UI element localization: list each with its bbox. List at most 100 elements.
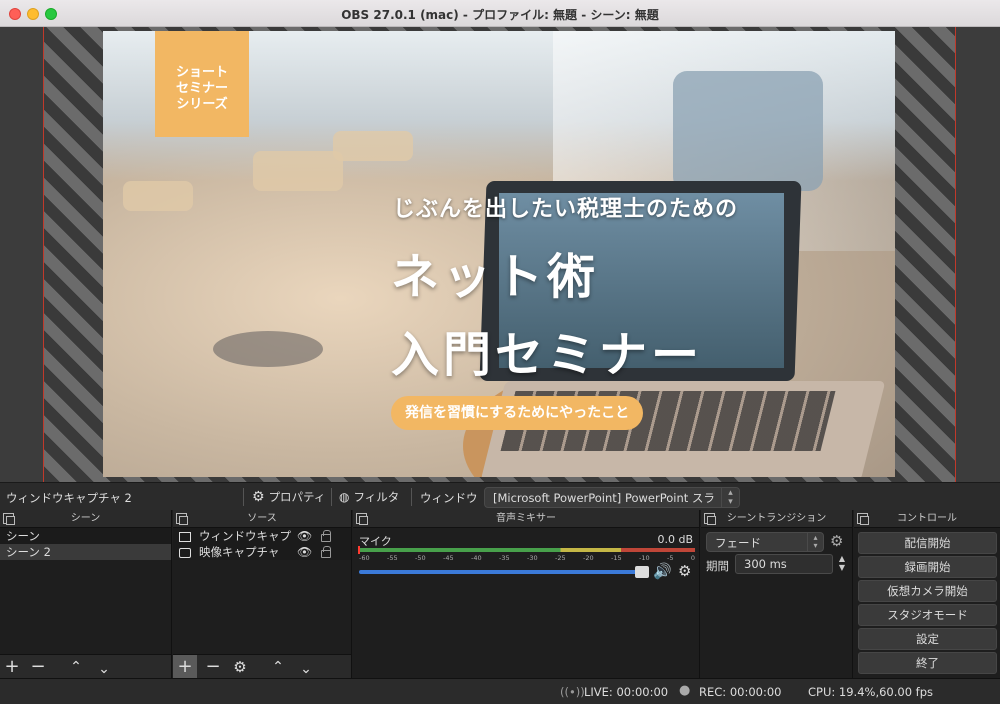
mixer-dock-header: 音声ミキサー (353, 510, 699, 528)
transition-gear-icon[interactable]: ⚙ (830, 532, 843, 550)
mixer-gear-icon[interactable]: ⚙ (678, 562, 691, 580)
sources-dock-header: ソース (173, 510, 351, 528)
toolbar-divider (331, 488, 332, 506)
exit-button[interactable]: 終了 (858, 652, 997, 674)
source-label: ウィンドウキャプ (199, 529, 291, 543)
rec-timer: REC: 00:00:00 (699, 685, 782, 699)
meter-tick: -60 (359, 554, 370, 562)
chevron-updown-icon: ▴ ▾ (721, 488, 739, 507)
volume-slider[interactable] (359, 570, 643, 574)
undock-icon[interactable] (3, 513, 15, 525)
cpu-fps-readout: CPU: 19.4%,60.00 fps (808, 685, 934, 699)
volume-meter (359, 548, 695, 552)
source-bounds-right[interactable] (955, 27, 956, 482)
settings-button[interactable]: 設定 (858, 628, 997, 650)
add-scene-button[interactable]: + (0, 655, 24, 679)
speaker-mute-icon[interactable]: 🔊 (653, 562, 672, 580)
background-chair (123, 181, 193, 211)
start-streaming-button[interactable]: 配信開始 (858, 532, 997, 554)
audio-mixer-dock: 音声ミキサー マイク 0.0 dB -60 -55 -50 -45 -40 -3… (353, 510, 700, 678)
undock-icon[interactable] (176, 513, 188, 525)
meter-ticks: -60 -55 -50 -45 -40 -35 -30 -25 -20 -15 … (359, 554, 695, 566)
badge-line: セミナー (175, 81, 228, 96)
filters-button[interactable]: ◍ フィルタ (339, 488, 399, 506)
scenes-dock: シーン シーン シーン 2 + − ⌃ ⌃ (0, 510, 172, 678)
scenes-title: シーン (70, 513, 101, 524)
move-source-down-button[interactable]: ⌃ (294, 655, 318, 679)
headline-pill: 発信を習慣にするためにやったこと (391, 396, 644, 430)
lock-icon[interactable] (321, 546, 331, 558)
properties-button[interactable]: ⚙ プロパティ (252, 488, 325, 506)
eye-icon[interactable]: 👁 (297, 544, 312, 560)
badge-line: シリーズ (176, 97, 228, 112)
scene-item-selected[interactable]: シーン 2 (0, 544, 171, 560)
mixer-title: 音声ミキサー (496, 513, 556, 524)
background-chair (333, 131, 413, 161)
transitions-title: シーントランジション (726, 513, 827, 524)
live-timer: LIVE: 00:00:00 (584, 685, 669, 699)
window-select[interactable]: [Microsoft PowerPoint] PowerPoint スラ ▴ ▾ (484, 487, 740, 508)
filters-label: フィルタ (353, 490, 400, 504)
transition-select[interactable]: フェード ▴ ▾ (706, 532, 824, 552)
scene-transitions-dock: シーントランジション フェード ▴ ▾ ⚙ 期間 300 ms ▲ ▼ (701, 510, 853, 678)
move-source-up-button[interactable]: ⌃ (266, 655, 290, 679)
volume-slider-thumb[interactable] (635, 566, 649, 578)
meter-tick: -10 (639, 554, 650, 562)
scenes-list: シーン シーン 2 (0, 528, 171, 560)
controls-dock: コントロール 配信開始 録画開始 仮想カメラ開始 スタジオモード 設定 終了 (854, 510, 1000, 678)
studio-mode-button[interactable]: スタジオモード (858, 604, 997, 626)
window-title: OBS 27.0.1 (mac) - プロファイル: 無題 - シーン: 無題 (341, 8, 659, 22)
remove-scene-button[interactable]: − (26, 655, 50, 679)
duration-stepper[interactable]: ▲ ▼ (835, 554, 849, 574)
transition-select-value: フェード (715, 536, 761, 550)
camera-icon (179, 547, 191, 558)
window-select-value: [Microsoft PowerPoint] PowerPoint スラ (493, 491, 715, 505)
window-icon (179, 531, 191, 542)
remove-source-button[interactable]: − (201, 655, 225, 679)
undock-icon[interactable] (356, 513, 368, 525)
toolbar-divider (411, 488, 412, 506)
source-item[interactable]: ウィンドウキャプ 👁 (173, 528, 351, 544)
duration-input[interactable]: 300 ms (735, 554, 833, 574)
controls-title: コントロール (897, 513, 957, 524)
move-scene-up-button[interactable]: ⌃ (64, 655, 88, 679)
meter-tick: -45 (443, 554, 454, 562)
mixer-channel-name: マイク (359, 535, 392, 548)
title-bar: OBS 27.0.1 (mac) - プロファイル: 無題 - シーン: 無題 (0, 0, 1000, 27)
lock-icon[interactable] (321, 530, 331, 542)
undock-icon[interactable] (857, 513, 869, 525)
add-source-button[interactable]: + (173, 655, 197, 679)
window-label: ウィンドウ (420, 491, 478, 505)
meter-tick: -30 (527, 554, 538, 562)
scenes-footer: + − ⌃ ⌃ (0, 654, 171, 678)
start-virtual-camera-button[interactable]: 仮想カメラ開始 (858, 580, 997, 602)
preview-area[interactable]: ショート セミナー シリーズ じぶんを出したい税理士のための ネット術 入門セミ… (0, 27, 1000, 482)
eye-icon[interactable]: 👁 (297, 528, 312, 544)
badge-line: ショート (175, 65, 228, 80)
source-item[interactable]: 映像キャプチャ 👁 (173, 544, 351, 560)
chevron-updown-icon: ▴ ▾ (807, 532, 823, 552)
live-signal-icon: ((•)) (560, 685, 585, 699)
status-bar: ((•)) LIVE: 00:00:00 ● REC: 00:00:00 CPU… (0, 678, 1000, 704)
source-label: 映像キャプチャ (199, 545, 280, 559)
transitions-dock-header: シーントランジション (701, 510, 852, 528)
meter-tick: -40 (471, 554, 482, 562)
meter-tick: -20 (583, 554, 594, 562)
meter-peak-indicator (358, 546, 360, 554)
sources-list: ウィンドウキャプ 👁 映像キャプチャ 👁 (173, 528, 351, 560)
undock-icon[interactable] (704, 513, 716, 525)
preview-canvas[interactable]: ショート セミナー シリーズ じぶんを出したい税理士のための ネット術 入門セミ… (103, 31, 895, 477)
series-badge: ショート セミナー シリーズ (155, 31, 249, 137)
selected-source-name: ウィンドウキャプチャ 2 (6, 491, 132, 505)
rec-dot-icon: ● (679, 683, 691, 698)
controls-dock-header: コントロール (854, 510, 1000, 528)
meter-tick: -35 (499, 554, 510, 562)
scene-item[interactable]: シーン (0, 528, 171, 544)
start-recording-button[interactable]: 録画開始 (858, 556, 997, 578)
source-settings-gear-icon[interactable]: ⚙ (228, 655, 252, 679)
move-scene-down-button[interactable]: ⌃ (92, 655, 116, 679)
sources-dock: ソース ウィンドウキャプ 👁 映像キャプチャ 👁 + − ⚙ ⌃ ⌃ (173, 510, 352, 679)
properties-label: プロパティ (268, 490, 326, 504)
background-floor-mark (213, 331, 323, 367)
source-bounds-left[interactable] (43, 27, 44, 482)
